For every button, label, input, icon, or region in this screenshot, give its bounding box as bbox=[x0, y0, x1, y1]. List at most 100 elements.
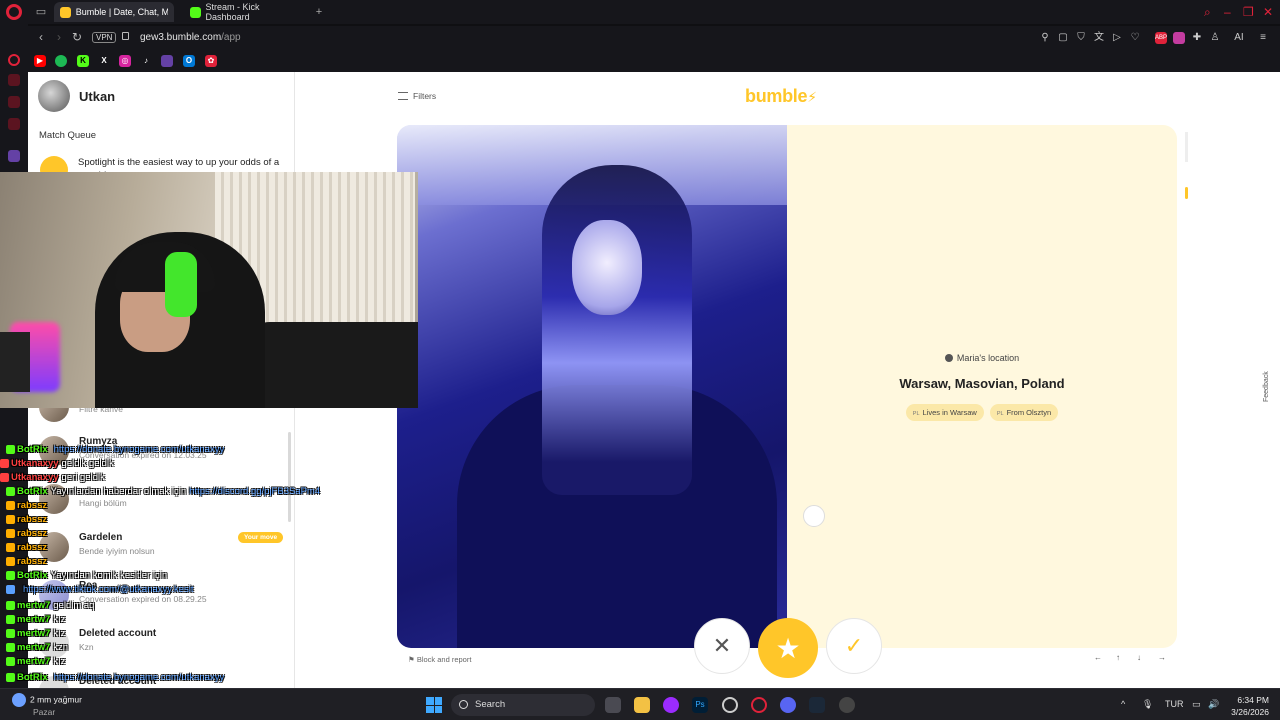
bumble-favicon-icon bbox=[60, 6, 71, 18]
twitch-icon[interactable] bbox=[161, 55, 173, 67]
language-indicator[interactable]: TUR bbox=[1165, 699, 1184, 709]
address-bar: ‹ › ↻ VPN gew3.bumble.com/app ⚲ ▢ ⛉ 文 ▷ … bbox=[28, 26, 1280, 50]
superswipe-button[interactable]: ★ bbox=[758, 618, 818, 678]
twitch-icon[interactable] bbox=[8, 150, 20, 162]
adblock-icon[interactable]: ABP bbox=[1155, 32, 1167, 44]
translate-icon[interactable]: 文 bbox=[1093, 32, 1105, 44]
url-field[interactable]: gew3.bumble.com/app bbox=[140, 32, 241, 43]
weather-day: Pazar bbox=[33, 707, 56, 717]
volume-icon[interactable]: 🔊 bbox=[1208, 699, 1219, 710]
aria-icon[interactable] bbox=[8, 54, 20, 66]
location-tags: PL Lives in Warsaw PL From Olsztyn bbox=[787, 404, 1177, 421]
reload-button[interactable]: ↻ bbox=[70, 30, 84, 44]
app-icon[interactable] bbox=[663, 697, 679, 713]
conversation-item[interactable]: Deleted account Kzn bbox=[28, 626, 295, 674]
block-report-link[interactable]: ⚑ Block and report bbox=[408, 655, 471, 664]
like-button[interactable]: ✓ bbox=[826, 618, 882, 674]
back-button[interactable]: ‹ bbox=[34, 30, 48, 44]
task-view-icon[interactable] bbox=[605, 697, 621, 713]
url-host: gew3.bumble.com bbox=[140, 32, 222, 43]
minimize-button[interactable]: – bbox=[1224, 5, 1231, 19]
ai-button[interactable]: AI bbox=[1229, 32, 1249, 44]
search-tabs-icon[interactable]: ⌕ bbox=[1204, 5, 1211, 20]
kick-icon[interactable]: K bbox=[77, 55, 89, 67]
user-name[interactable]: Utkan bbox=[79, 89, 115, 104]
tray-chevron-icon[interactable]: ^ bbox=[1121, 699, 1125, 709]
avatar bbox=[39, 532, 69, 562]
tiktok-icon[interactable]: ♪ bbox=[140, 55, 152, 67]
conversation-item[interactable]: Hangi bölüm bbox=[28, 482, 295, 530]
play-icon[interactable]: ▷ bbox=[1111, 32, 1123, 44]
app-icon[interactable] bbox=[839, 697, 855, 713]
instagram-icon[interactable]: ◎ bbox=[119, 55, 131, 67]
tab-bumble[interactable]: Bumble | Date, Chat, Meet bbox=[54, 2, 174, 22]
microphone-icon[interactable]: 🎙 bbox=[1142, 699, 1153, 710]
profile-icon[interactable]: ♙ bbox=[1209, 32, 1221, 44]
extension-icon[interactable]: ✿ bbox=[205, 55, 217, 67]
photo-hair bbox=[542, 165, 692, 495]
x-icon[interactable]: X bbox=[98, 55, 110, 67]
puzzle-icon[interactable]: ✚ bbox=[1191, 32, 1203, 44]
lock-icon[interactable] bbox=[122, 32, 129, 40]
monitor-icon[interactable]: ▭ bbox=[1192, 699, 1201, 710]
menu-icon[interactable]: ≡ bbox=[1257, 32, 1269, 44]
tag-text: From Olsztyn bbox=[1006, 408, 1052, 417]
browser-tab-bar: ▭ Bumble | Date, Chat, Meet Stream - Kic… bbox=[0, 0, 1280, 24]
main-encounters: Filters bumble⚡ Maria's location Warsaw,… bbox=[296, 72, 1280, 688]
info-toggle-button[interactable] bbox=[803, 505, 825, 527]
photoshop-icon[interactable]: Ps bbox=[692, 697, 708, 713]
opera-logo-icon[interactable] bbox=[6, 4, 22, 20]
profile-photo[interactable] bbox=[397, 125, 787, 648]
bolt-icon: ⚡ bbox=[807, 89, 817, 105]
conversation-item[interactable]: Gardelen Bende iyiyim nolsun Your move bbox=[28, 530, 295, 578]
pin-icon[interactable]: ⚲ bbox=[1039, 32, 1051, 44]
settings-icon[interactable] bbox=[722, 697, 738, 713]
left-panel-scrollbar[interactable] bbox=[288, 432, 291, 522]
forward-button[interactable]: › bbox=[52, 30, 66, 44]
conversation-name: Gardelen bbox=[79, 532, 123, 543]
weather-widget[interactable]: 2 mm yağmur Pazar bbox=[12, 693, 82, 718]
feedback-tab[interactable]: Feedback bbox=[1257, 362, 1279, 416]
tab-kick-dashboard[interactable]: Stream - Kick Dashboard bbox=[184, 2, 308, 22]
workspaces-icon[interactable]: ▭ bbox=[34, 5, 48, 19]
messenger-icon[interactable] bbox=[8, 74, 20, 86]
spotify-icon[interactable] bbox=[55, 55, 67, 67]
maximize-button[interactable]: ❐ bbox=[1243, 5, 1254, 19]
instagram-icon[interactable] bbox=[8, 118, 20, 130]
snapshot-icon[interactable]: ▢ bbox=[1057, 32, 1069, 44]
profile-info-card: Maria's location Warsaw, Masovian, Polan… bbox=[787, 125, 1177, 648]
discord-icon[interactable] bbox=[780, 697, 796, 713]
pass-button[interactable]: ✕ bbox=[694, 618, 750, 674]
youtube-icon[interactable]: ▶ bbox=[34, 55, 46, 67]
opera-taskbar-icon[interactable] bbox=[751, 697, 767, 713]
avatar bbox=[39, 436, 69, 466]
extension-icon[interactable] bbox=[1173, 32, 1185, 44]
file-explorer-icon[interactable] bbox=[634, 697, 650, 713]
conversation-item[interactable]: Rea Conversation expired on 08.29.25 bbox=[28, 578, 295, 626]
conversation-name: Deleted account bbox=[79, 676, 157, 687]
user-avatar[interactable] bbox=[38, 80, 70, 112]
webcam-microphone bbox=[0, 332, 30, 392]
conversation-preview: Bende iyiyim nolsun bbox=[79, 546, 155, 556]
vpn-badge[interactable]: VPN bbox=[92, 32, 117, 43]
taskbar-search[interactable]: Search bbox=[451, 694, 595, 716]
clock-time: 6:34 PM bbox=[1237, 695, 1269, 705]
outlook-icon[interactable]: O bbox=[183, 55, 195, 67]
steam-icon[interactable] bbox=[809, 697, 825, 713]
location-heading-text: Maria's location bbox=[956, 353, 1020, 363]
conversation-name: Deleted account bbox=[79, 628, 157, 639]
filters-button[interactable]: Filters bbox=[398, 91, 436, 101]
taskbar-clock[interactable]: 6:34 PM 3/26/2026 bbox=[1231, 694, 1269, 718]
conversation-item[interactable]: Deleted account bbox=[28, 674, 295, 688]
shield-icon[interactable]: ⛉ bbox=[1075, 32, 1087, 44]
new-tab-button[interactable]: + bbox=[312, 5, 326, 19]
windows-start-icon[interactable] bbox=[426, 697, 442, 713]
whatsapp-icon[interactable] bbox=[8, 96, 20, 108]
kb-right-hint: → bbox=[1158, 653, 1166, 662]
heart-icon[interactable]: ♡ bbox=[1129, 32, 1141, 44]
conversation-item[interactable]: Rumyza Conversation expired on 12.03.25 bbox=[28, 434, 295, 482]
bookmarks-bar: ▶ K X ◎ ♪ O ✿ bbox=[28, 50, 1280, 72]
tag-from: PL From Olsztyn bbox=[989, 404, 1059, 421]
card-scroll-indicator[interactable] bbox=[1185, 187, 1188, 199]
close-window-button[interactable]: ✕ bbox=[1263, 5, 1273, 19]
